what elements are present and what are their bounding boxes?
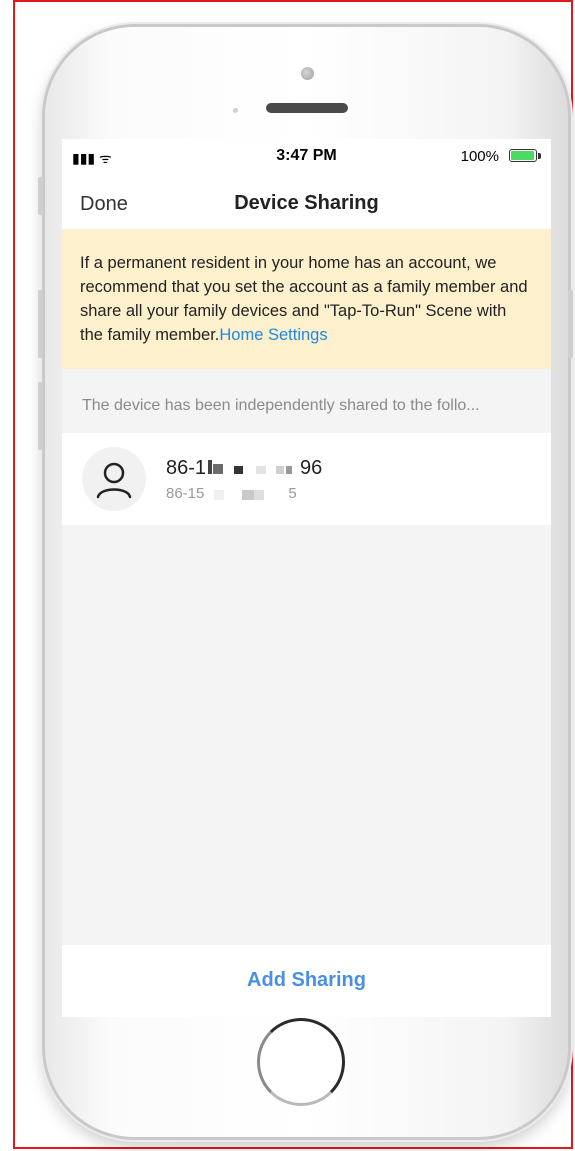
page-title: Device Sharing [234,192,379,214]
user-icon [96,462,132,499]
navigation-bar: Done Device Sharing [62,177,551,229]
status-bar: ▮▮▮ ᯤ 3:47 PM 100% [62,139,551,177]
user-subtitle-prefix: 86-15 [166,485,205,502]
bottom-action-bar: Add Sharing [62,945,551,1017]
volume-up-button [38,290,43,358]
volume-down-button [38,382,43,450]
redacted-block [206,458,300,476]
user-account-name: 86-1 96 [166,457,322,480]
front-camera-icon [301,67,314,80]
family-notice-banner: If a permanent resident in your home has… [62,229,551,369]
redacted-block [204,486,288,500]
add-sharing-button[interactable]: Add Sharing [62,969,551,992]
user-account-subtitle: 86-15 5 [166,485,297,502]
battery-icon [509,149,537,162]
shared-list-header: The device has been independently shared… [82,397,480,414]
list-item[interactable]: 86-1 96 86-15 5 [62,433,551,525]
home-settings-link[interactable]: Home Settings [219,326,327,344]
app-screen: ▮▮▮ ᯤ 3:47 PM 100% Done Device Sharing I… [62,139,551,1017]
battery-level-fill [511,151,534,160]
battery-percent: 100% [460,148,499,165]
avatar [82,447,146,511]
earpiece-speaker [266,103,348,113]
user-name-suffix: 96 [300,457,323,479]
user-name-prefix: 86-1 [166,457,207,479]
power-button [568,290,573,358]
home-button[interactable] [257,1018,345,1106]
battery-cap [538,153,541,159]
silent-switch [38,177,43,215]
proximity-sensor [233,108,238,113]
user-subtitle-suffix: 5 [288,485,297,502]
